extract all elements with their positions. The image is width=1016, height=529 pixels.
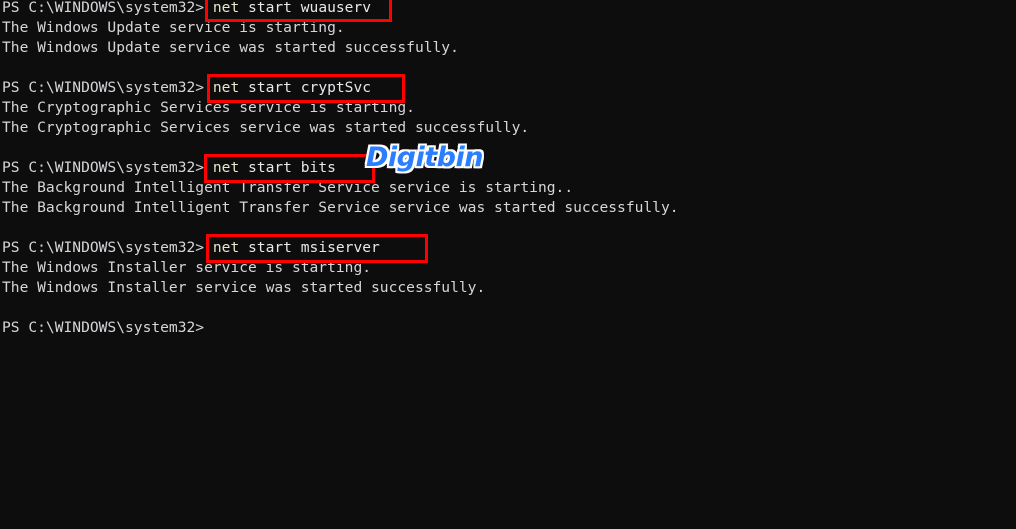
terminal-line: PS C:\WINDOWS\system32> net start wuause… <box>2 0 1014 18</box>
command-arguments: start wuauserv <box>239 0 372 16</box>
terminal-line: The Cryptographic Services service is st… <box>2 99 415 116</box>
terminal-line: The Windows Installer service was starte… <box>2 279 486 296</box>
terminal-line: The Background Intelligent Transfer Serv… <box>2 179 574 196</box>
terminal-output-area[interactable]: PS C:\WINDOWS\system32> net start wuause… <box>2 0 1014 338</box>
terminal-line: PS C:\WINDOWS\system32> net start msiser… <box>2 238 1014 258</box>
command-keyword: net <box>204 159 240 176</box>
powershell-terminal-window[interactable]: PS C:\WINDOWS\system32> net start wuause… <box>0 0 1016 529</box>
terminal-line: The Background Intelligent Transfer Serv… <box>2 199 679 216</box>
terminal-line-active-prompt[interactable]: PS C:\WINDOWS\system32> <box>2 318 1014 338</box>
terminal-line: PS C:\WINDOWS\system32> net start bits <box>2 158 1014 178</box>
watermark-text: Digitbin <box>366 142 483 173</box>
shell-prompt: PS C:\WINDOWS\system32> <box>2 0 205 16</box>
terminal-line: PS C:\WINDOWS\system32> net start cryptS… <box>2 78 1014 98</box>
command-arguments: start msiserver <box>239 239 380 256</box>
terminal-line: The Windows Update service is starting. <box>2 19 345 36</box>
command-keyword: net <box>204 0 240 16</box>
shell-prompt: PS C:\WINDOWS\system32> <box>2 79 205 96</box>
terminal-line: The Windows Installer service is startin… <box>2 259 372 276</box>
shell-prompt: PS C:\WINDOWS\system32> <box>2 319 205 336</box>
command-arguments: start cryptSvc <box>239 79 372 96</box>
digitbin-watermark: Digitbin <box>366 144 483 171</box>
shell-prompt: PS C:\WINDOWS\system32> <box>2 239 205 256</box>
shell-prompt: PS C:\WINDOWS\system32> <box>2 159 205 176</box>
terminal-line: The Cryptographic Services service was s… <box>2 119 530 136</box>
terminal-line: The Windows Update service was started s… <box>2 39 459 56</box>
command-keyword: net <box>204 79 240 96</box>
command-arguments: start bits <box>239 159 336 176</box>
command-keyword: net <box>204 239 240 256</box>
